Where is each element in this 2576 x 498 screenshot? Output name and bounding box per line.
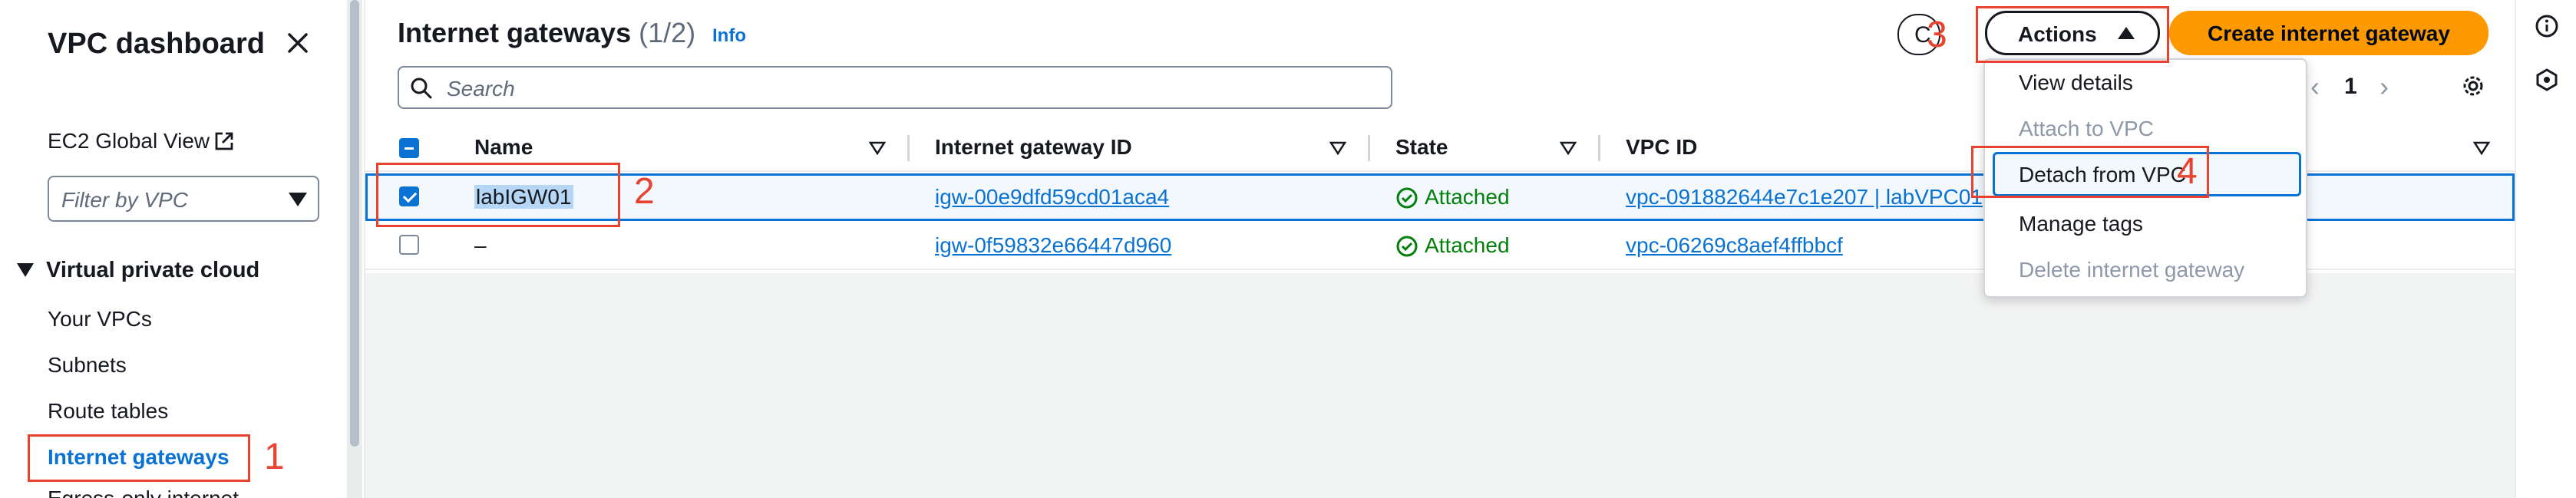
search-icon [411,78,432,99]
info-link[interactable]: Info [712,25,746,47]
page-title: Internet gateways (1/2) [398,17,696,48]
create-internet-gateway-button[interactable]: Create internet gateway [2169,11,2488,55]
chevron-right-icon[interactable]: › [2379,71,2389,103]
gateway-name: – [474,233,487,257]
status-text: Attached [1425,185,1510,209]
sidebar-scroll-thumb[interactable] [350,0,359,447]
sidebar-item-route-tables[interactable]: Route tables [48,399,168,424]
right-rail [2515,0,2576,498]
sidebar: VPC dashboard EC2 Global View Filter by … [0,0,345,498]
search-input[interactable]: Search [398,66,1392,109]
selection-count: (1/2) [639,17,696,48]
caret-down-icon [289,193,307,206]
annotation-box [1971,146,2209,198]
gateway-id-link[interactable]: igw-0f59832e66447d960 [935,233,1171,258]
check-circle-icon [1396,236,1418,257]
sort-icon[interactable] [1329,141,1346,155]
sort-icon[interactable] [1560,141,1577,155]
column-divider[interactable] [1598,135,1600,161]
column-header-name[interactable]: Name [474,135,533,160]
menu-item-manage-tags[interactable]: Manage tags [2019,212,2143,236]
menu-item-view-details[interactable]: View details [2019,71,2133,95]
external-link-icon [215,132,233,150]
section-virtual-private-cloud[interactable]: Virtual private cloud [17,258,259,283]
sort-icon[interactable] [2473,141,2490,155]
annotation-number: 4 [2177,151,2198,192]
gear-icon[interactable] [2459,72,2487,100]
status-text: Attached [1425,233,1510,257]
create-label: Create internet gateway [2208,21,2450,45]
page-number[interactable]: 1 [2344,74,2357,100]
search-placeholder: Search [447,77,515,101]
column-header-vpc[interactable]: VPC ID [1626,135,1697,160]
column-header-state[interactable]: State [1395,135,1448,160]
table-empty-area [365,273,2515,498]
annotation-number: 1 [264,437,285,477]
sidebar-item-your-vpcs[interactable]: Your VPCs [48,307,152,331]
column-header-id[interactable]: Internet gateway ID [935,135,1132,160]
select-all-checkbox[interactable] [399,138,419,158]
sidebar-title: VPC dashboard [48,28,265,60]
annotation-number: 2 [634,171,655,212]
annotation-box [376,163,620,227]
vpc-id-link[interactable]: vpc-091882644e7c1e207 | labVPC01 [1626,185,1983,209]
chevron-left-icon[interactable]: ‹ [2310,71,2320,103]
menu-item-delete-internet-gateway: Delete internet gateway [2019,258,2245,282]
filter-by-vpc-select[interactable]: Filter by VPC [48,176,319,222]
annotation-box [28,434,250,482]
column-divider[interactable] [907,135,910,161]
ec2-global-view-link[interactable]: EC2 Global View [48,129,210,153]
sidebar-item-subnets[interactable]: Subnets [48,353,127,378]
sort-icon[interactable] [869,141,886,155]
check-circle-icon [1396,187,1418,209]
menu-item-attach-to-vpc: Attach to VPC [2019,117,2154,140]
filter-placeholder: Filter by VPC [61,188,188,212]
gateway-id-link[interactable]: igw-00e9dfd59cd01aca4 [935,185,1169,209]
row-checkbox[interactable] [399,235,419,255]
sidebar-item-egress-only[interactable]: Egress-only internet [48,486,239,498]
hexagon-icon[interactable] [2535,68,2559,92]
vpc-id-link[interactable]: vpc-06269c8aef4ffbbcf [1626,233,1843,258]
column-divider[interactable] [1368,135,1370,161]
close-icon[interactable] [286,31,310,55]
info-icon[interactable] [2535,14,2559,38]
annotation-number: 3 [1927,15,1947,55]
annotation-box [1976,6,2169,63]
